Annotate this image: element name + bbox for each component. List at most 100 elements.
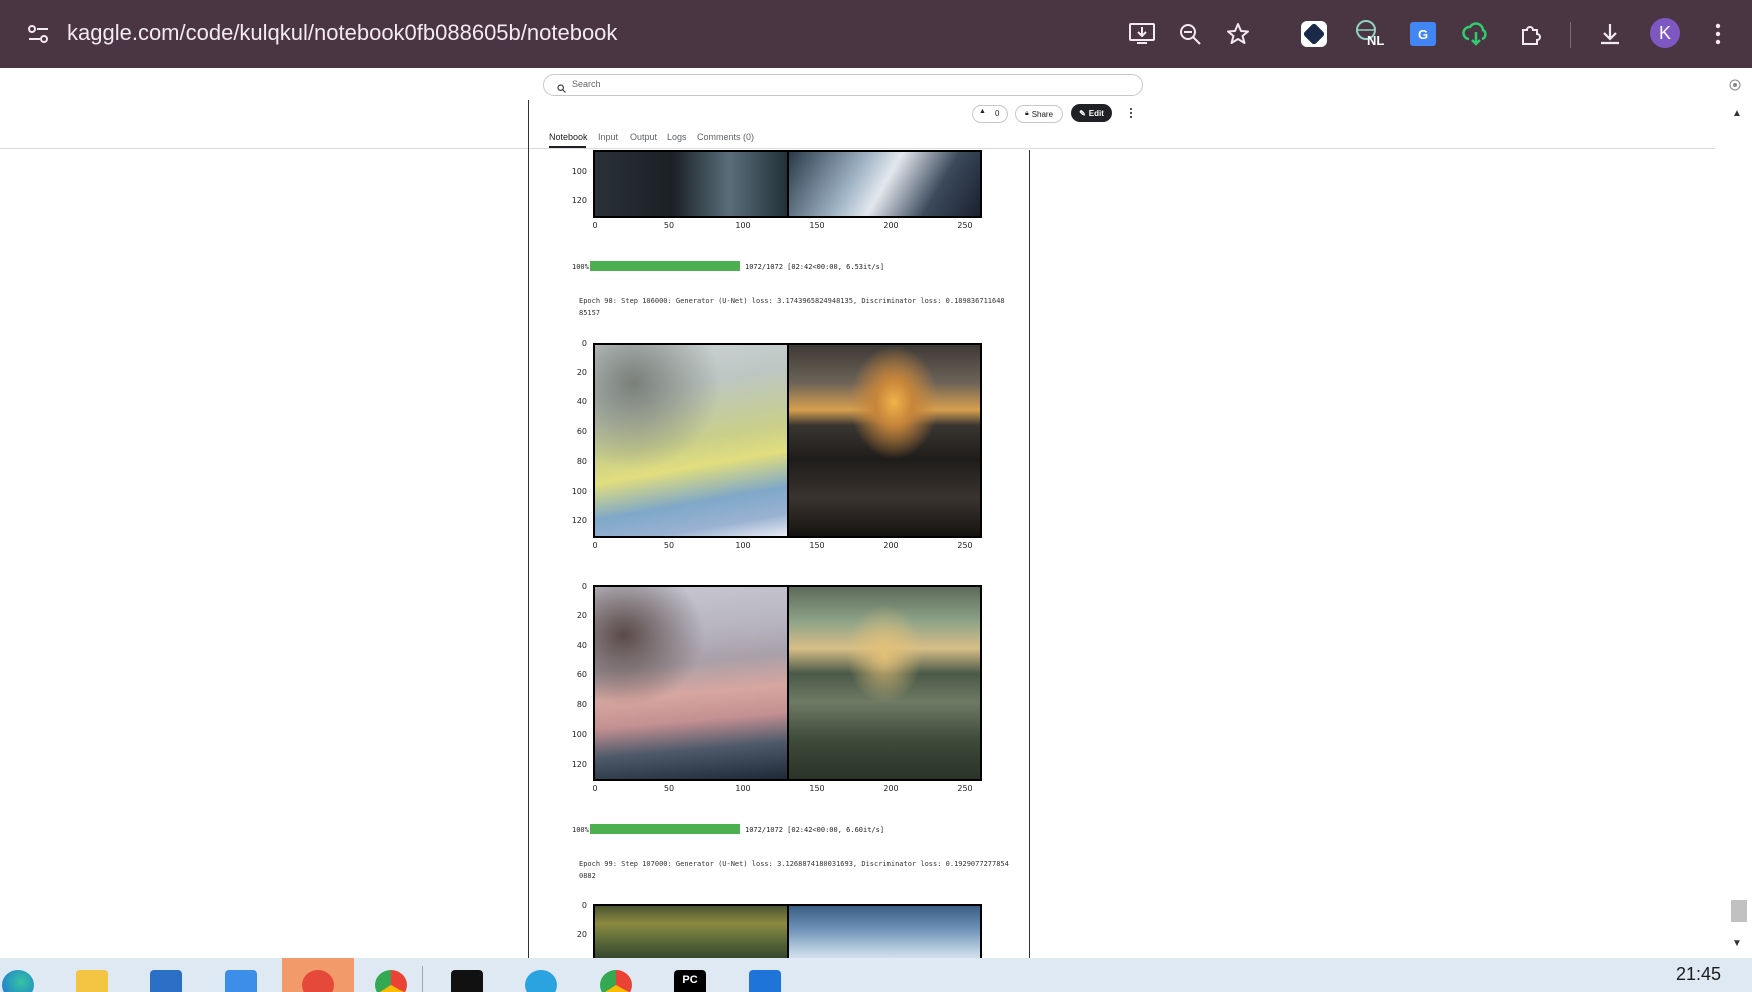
x-tick: 200	[883, 221, 899, 230]
chrome-profile-icon[interactable]	[600, 970, 632, 992]
progress-stats: 1072/1072 [02:42<00:00, 6.60it/s]	[745, 826, 885, 834]
chrome-icon[interactable]	[375, 970, 407, 992]
x-tick: 50	[663, 221, 675, 230]
google-translate-icon[interactable]: G	[1407, 18, 1439, 50]
x-tick: 200	[883, 541, 899, 550]
progress-bar	[590, 261, 740, 271]
x-tick: 150	[809, 784, 825, 793]
progress-percent: 100%	[572, 263, 589, 271]
downloads-icon[interactable]	[1594, 18, 1626, 50]
image-panel-left	[595, 152, 787, 216]
search-placeholder: Search	[572, 79, 601, 89]
y-tick: 100	[571, 167, 587, 176]
y-tick: 40	[576, 397, 587, 406]
bookmark-star-icon[interactable]	[1222, 18, 1254, 50]
x-tick: 100	[735, 541, 751, 550]
training-log-line: 0882	[579, 872, 596, 880]
telegram-icon[interactable]	[525, 970, 557, 992]
y-tick: 20	[576, 930, 587, 939]
y-tick: 80	[576, 457, 587, 466]
wps-office-icon[interactable]	[302, 970, 334, 992]
x-tick: 0	[592, 221, 598, 230]
accessibility-icon[interactable]	[1729, 78, 1741, 91]
tab-notebook[interactable]: Notebook	[549, 131, 588, 143]
vote-count: 0	[995, 109, 1000, 118]
x-tick: 0	[592, 541, 598, 550]
extensions-puzzle-icon[interactable]	[1515, 18, 1547, 50]
pencil-icon: ✎	[1079, 108, 1086, 118]
more-options-icon[interactable]	[1126, 104, 1136, 122]
y-tick: 40	[576, 641, 587, 650]
page-scrollbar[interactable]	[1728, 100, 1748, 958]
extension-nl-icon[interactable]: NL	[1354, 18, 1386, 50]
x-tick: 0	[592, 784, 598, 793]
share-label: Share	[1031, 109, 1054, 119]
toolbar-separator	[1570, 22, 1571, 48]
y-tick: 120	[571, 516, 587, 525]
header-divider	[0, 148, 1715, 149]
site-info-icon[interactable]	[26, 22, 52, 46]
y-tick: 60	[576, 427, 587, 436]
tab-logs[interactable]: Logs	[667, 131, 687, 143]
notebook-left-border	[528, 100, 529, 958]
image-panel-right	[788, 587, 980, 779]
tab-input[interactable]: Input	[598, 131, 618, 143]
x-tick: 100	[735, 784, 751, 793]
y-tick: 0	[581, 339, 587, 348]
edit-button[interactable]: ✎ Edit	[1071, 104, 1112, 122]
image-grid	[593, 150, 982, 218]
windows-taskbar: PC	[0, 958, 1752, 992]
search-input[interactable]	[543, 74, 1143, 96]
progress-stats: 1072/1072 [02:42<00:00, 6.53it/s]	[745, 263, 885, 271]
image-grid	[593, 904, 982, 964]
y-tick: 0	[581, 582, 587, 591]
tab-output[interactable]: Output	[630, 131, 657, 143]
mail-icon[interactable]	[225, 970, 257, 992]
cloud-download-icon[interactable]	[1460, 18, 1492, 50]
scroll-down-icon[interactable]: ▼	[1732, 938, 1742, 949]
search-icon	[557, 80, 566, 98]
image-panel-right	[788, 152, 980, 216]
media-app-icon[interactable]	[749, 970, 781, 992]
x-tick: 150	[809, 221, 825, 230]
x-tick: 250	[957, 221, 973, 230]
x-tick: 100	[735, 221, 751, 230]
image-grid	[593, 585, 982, 781]
share-button[interactable]: 🔒︎ Share	[1015, 105, 1063, 123]
progress-percent: 100%	[572, 826, 589, 834]
security-icon[interactable]	[451, 970, 483, 992]
x-tick: 150	[809, 541, 825, 550]
image-grid	[593, 343, 982, 538]
x-tick: 50	[663, 541, 675, 550]
y-tick: 60	[576, 670, 587, 679]
chrome-menu-icon[interactable]	[1702, 18, 1734, 50]
image-panel-right	[788, 345, 980, 536]
edit-label: Edit	[1088, 108, 1104, 118]
training-log-line: Epoch 98: Step 106000: Generator (U-Net)…	[579, 297, 1005, 305]
tab-comments[interactable]: Comments (0)	[697, 131, 754, 143]
y-tick: 100	[571, 730, 587, 739]
y-tick: 0	[581, 901, 587, 910]
lock-icon: 🔒︎	[1024, 110, 1029, 117]
microsoft-store-icon[interactable]	[150, 970, 182, 992]
scrollbar-thumb[interactable]	[1731, 900, 1747, 922]
profile-avatar[interactable]: K	[1650, 18, 1680, 48]
y-tick: 20	[576, 368, 587, 377]
address-bar-url[interactable]: kaggle.com/code/kulqkul/notebook0fb08860…	[67, 18, 617, 48]
x-tick: 200	[883, 784, 899, 793]
pycharm-icon[interactable]: PC	[674, 970, 706, 992]
extension-dark-icon[interactable]	[1298, 18, 1330, 50]
zoom-icon[interactable]	[1174, 18, 1206, 50]
image-panel-left	[595, 906, 787, 964]
y-tick: 100	[571, 487, 587, 496]
image-panel-left	[595, 345, 787, 536]
file-explorer-icon[interactable]	[76, 970, 108, 992]
upvote-button[interactable]: ▲ 0	[972, 105, 1008, 123]
install-app-icon[interactable]	[1126, 18, 1158, 50]
progress-bar-fill	[590, 261, 740, 271]
edge-icon[interactable]	[2, 970, 34, 992]
y-tick: 20	[576, 611, 587, 620]
training-log-line: 85157	[579, 309, 601, 317]
scroll-up-icon[interactable]: ▲	[1732, 108, 1742, 119]
taskbar-clock: 21:45	[1676, 964, 1722, 984]
